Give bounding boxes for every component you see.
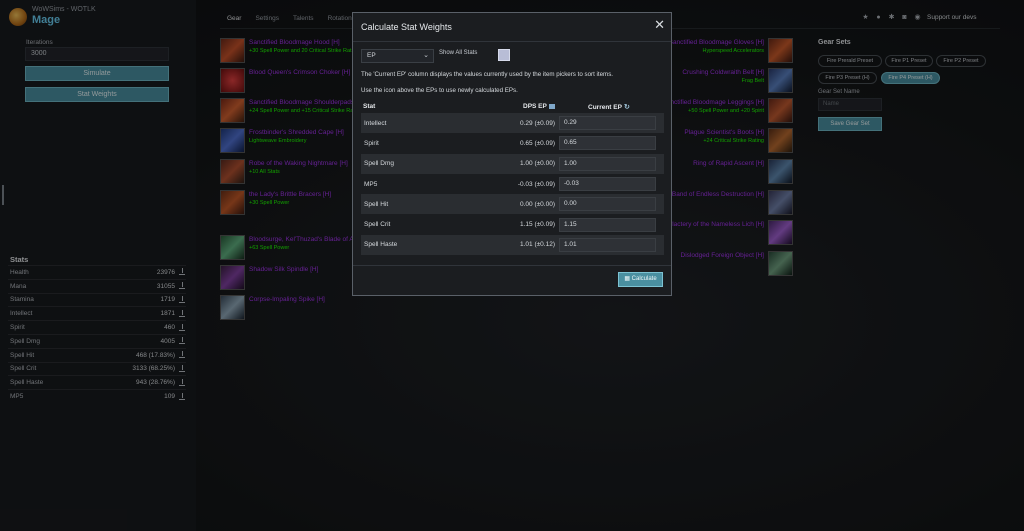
ep-row-spirit: Spirit 0.65 (±0.09) 0.65 bbox=[361, 133, 664, 153]
ep-dps-value: 0.65 (±0.09) bbox=[519, 139, 555, 147]
ep-current-input[interactable]: 0.29 bbox=[559, 116, 656, 131]
modal-title: Calculate Stat Weights bbox=[361, 22, 452, 32]
modal-footer-divider bbox=[353, 265, 671, 266]
ep-current-input[interactable]: -0.03 bbox=[559, 177, 656, 192]
ep-stat-name: Spell Crit bbox=[364, 221, 391, 229]
show-all-stats-checkbox[interactable] bbox=[498, 49, 510, 61]
modal-description: The 'Current EP' column displays the val… bbox=[361, 71, 614, 78]
ep-current-input[interactable]: 1.15 bbox=[559, 217, 656, 232]
ep-row-spell-hit: Spell Hit 0.00 (±0.00) 0.00 bbox=[361, 194, 664, 215]
ep-row-spell-haste: Spell Haste 1.01 (±0.12) 1.01 bbox=[361, 234, 664, 256]
show-all-stats-label: Show All Stats bbox=[439, 50, 478, 56]
ep-dps-value: 0.00 (±0.00) bbox=[519, 200, 555, 208]
ep-row-mp5: MP5 -0.03 (±0.09) -0.03 bbox=[361, 174, 664, 194]
ep-row-spell-crit: Spell Crit 1.15 (±0.09) 1.15 bbox=[361, 214, 664, 234]
ep-stat-name: Spell Dmg bbox=[364, 160, 394, 168]
calculate-label: Calculate bbox=[631, 276, 657, 282]
ep-current-input[interactable]: 0.65 bbox=[559, 136, 656, 151]
col-stat-header: Stat bbox=[363, 103, 376, 110]
copy-icon[interactable] bbox=[548, 103, 555, 109]
stat-weights-modal: Calculate Stat Weights ✕ EP ⌄ Show All St… bbox=[352, 12, 672, 296]
ep-current-input[interactable]: 1.00 bbox=[559, 156, 656, 171]
refresh-icon[interactable]: ↻ bbox=[624, 103, 630, 111]
ep-row-spell-dmg: Spell Dmg 1.00 (±0.00) 1.00 bbox=[361, 153, 664, 174]
col-current-label: Current EP bbox=[588, 104, 622, 111]
ep-stat-name: Spell Hit bbox=[364, 200, 389, 208]
ep-stat-name: Spirit bbox=[364, 139, 379, 147]
close-icon[interactable]: ✕ bbox=[654, 18, 665, 31]
ep-type-select[interactable]: EP ⌄ bbox=[361, 49, 434, 63]
ep-stat-name: MP5 bbox=[364, 180, 378, 188]
ep-current-input[interactable]: 0.00 bbox=[559, 197, 656, 212]
col-dps-label: DPS EP bbox=[523, 103, 547, 110]
ep-select-value: EP bbox=[367, 52, 376, 59]
ep-stat-name: Intellect bbox=[364, 119, 387, 127]
ep-current-input[interactable]: 1.01 bbox=[559, 237, 656, 252]
ep-dps-value: 1.01 (±0.12) bbox=[519, 241, 555, 249]
chevron-down-icon: ⌄ bbox=[423, 52, 429, 59]
ep-row-intellect: Intellect 0.29 (±0.09) 0.29 bbox=[361, 113, 664, 134]
calculate-button[interactable]: ▦ Calculate bbox=[618, 272, 663, 287]
ep-dps-value: -0.03 (±0.09) bbox=[517, 180, 555, 188]
ep-dps-value: 1.00 (±0.00) bbox=[519, 160, 555, 168]
col-current-header: Current EP ↻ bbox=[588, 103, 630, 111]
modal-header-divider bbox=[353, 41, 671, 42]
ep-table: Intellect 0.29 (±0.09) 0.29 Spirit 0.65 (±0… bbox=[361, 113, 664, 256]
calculator-icon: ▦ bbox=[624, 276, 632, 282]
modal-description-2: Use the icon above the EPs to use newly … bbox=[361, 87, 518, 94]
ep-dps-value: 0.29 (±0.09) bbox=[519, 119, 555, 127]
col-dps-header: DPS EP bbox=[523, 103, 555, 110]
ep-dps-value: 1.15 (±0.09) bbox=[519, 221, 555, 229]
ep-stat-name: Spell Haste bbox=[364, 241, 398, 249]
